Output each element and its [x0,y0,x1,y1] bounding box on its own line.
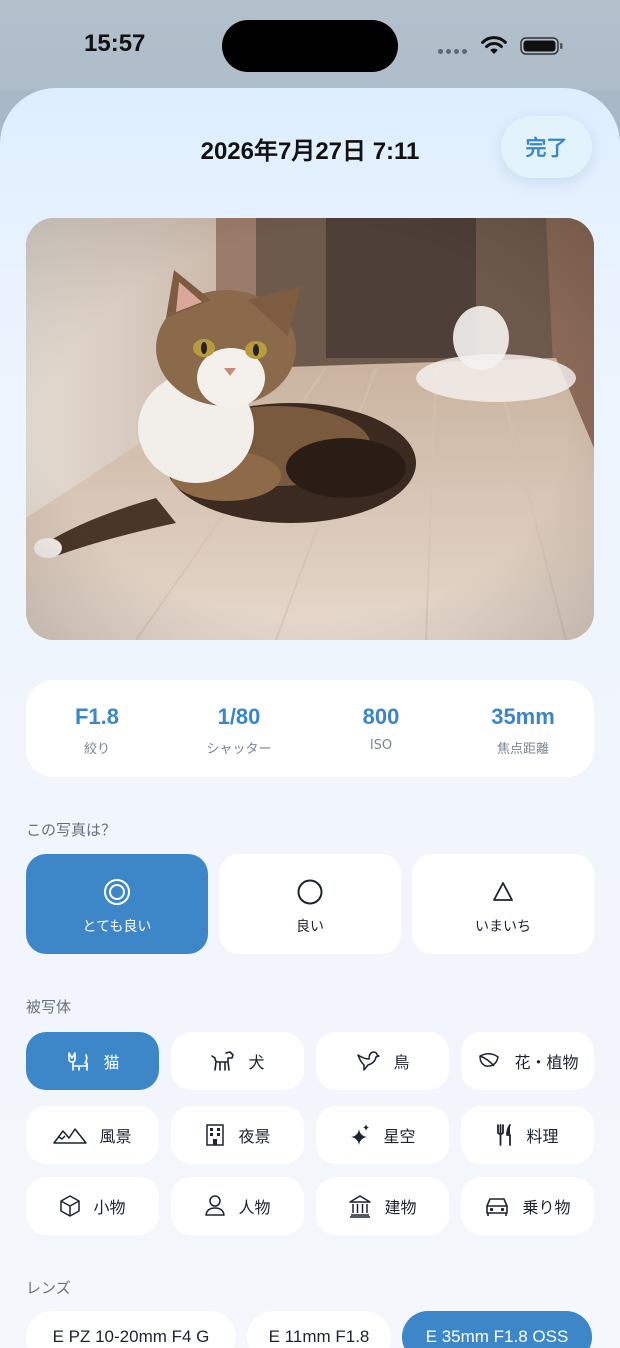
rating-very-good-button[interactable]: とても良い [26,854,208,954]
cube-icon [60,1195,81,1217]
status-time: 15:57 [84,30,146,57]
leaf-icon [479,1053,500,1067]
rating-section-label: この写真は？ [26,821,117,839]
subject-chip-label: 鳥 [393,1053,410,1072]
triangle-icon [493,882,513,901]
double-circle-icon [104,879,130,905]
mountains-icon [53,1128,88,1144]
subject-chip-label: 風景 [99,1127,132,1146]
sparkles-icon [351,1124,370,1145]
subject-chip-label: 花・植物 [514,1053,579,1072]
subject-chip-vehicles[interactable]: 乗り物 [461,1177,594,1235]
exif-iso: 800 ISO [310,680,452,777]
battery-icon [520,37,563,55]
photo-date-title: 2026年7月27日 7:11 [200,138,420,165]
exif-label: 絞り [83,742,110,757]
rating-label: 良い [296,919,324,935]
exif-aperture: F1.8 絞り [26,680,168,777]
lens-section-label: レンズ [26,1279,71,1297]
subject-section-label: 被写体 [26,998,72,1016]
subject-chip-cat[interactable]: 猫 [26,1032,159,1090]
subject-chip-label: 星空 [383,1127,416,1146]
subject-chip-plant[interactable]: 花・植物 [461,1032,594,1090]
exif-value: 1/80 [217,704,261,729]
bird-icon [357,1051,381,1071]
subject-chip-label: 犬 [248,1053,265,1072]
cat-icon [68,1052,89,1071]
subject-chip-night-view[interactable]: 夜景 [171,1106,304,1164]
rating-meh-button[interactable]: いまいち [412,854,594,954]
dynamic-island [222,20,398,72]
subject-chip-small-items[interactable]: 小物 [26,1177,159,1235]
exif-shutter: 1/80 シャッター [168,680,310,777]
subject-chip-starry-sky[interactable]: 星空 [316,1106,449,1164]
circle-icon [297,879,323,905]
subject-chip-label: 小物 [93,1198,126,1217]
subject-chip-label: 建物 [384,1198,417,1217]
exif-value: 800 [362,704,400,729]
subject-chip-label: 猫 [103,1053,120,1072]
subject-chip-architecture[interactable]: 建物 [316,1177,449,1235]
subject-chip-label: 料理 [526,1127,559,1146]
exif-value: 35mm [491,704,555,729]
subject-chip-people[interactable]: 人物 [171,1177,304,1235]
subject-chip-label: 人物 [238,1198,271,1217]
cat-photo [26,218,594,640]
rating-label: とても良い [82,919,152,935]
subject-chip-dog[interactable]: 犬 [171,1032,304,1090]
exif-label: ISO [369,738,393,753]
signal-dots-icon [438,49,470,55]
building-icon [206,1124,225,1146]
subject-chip-label: 乗り物 [522,1198,571,1217]
subject-chip-bird[interactable]: 鳥 [316,1032,449,1090]
exif-label: 焦点距離 [496,742,549,757]
lens-chip-11mm[interactable]: E 11mm F1.8 [247,1311,391,1348]
lens-chip-35mm[interactable]: E 35mm F1.8 OSS [402,1311,592,1348]
dog-icon [211,1051,235,1071]
subject-chip-food[interactable]: 料理 [461,1106,594,1164]
exif-info-card: F1.8 絞り 1/80 シャッター 800 ISO 35mm 焦点距離 [26,680,594,777]
bank-icon [349,1195,372,1218]
exif-focal-length: 35mm 焦点距離 [452,680,594,777]
done-button[interactable]: 完了 [501,116,592,178]
rating-label: いまいち [475,919,531,935]
rating-good-button[interactable]: 良い [219,854,401,954]
car-icon [486,1198,509,1216]
status-bar: 15:57 [0,0,620,90]
exif-value: F1.8 [74,704,120,729]
subject-chip-label: 夜景 [238,1127,271,1146]
fork-knife-icon [497,1124,512,1146]
exif-label: シャッター [206,742,272,757]
subject-chip-landscape[interactable]: 風景 [26,1106,159,1164]
wifi-icon [481,36,507,54]
person-icon [205,1195,226,1216]
lens-chip-pz-10-20[interactable]: E PZ 10-20mm F4 G [26,1311,236,1348]
